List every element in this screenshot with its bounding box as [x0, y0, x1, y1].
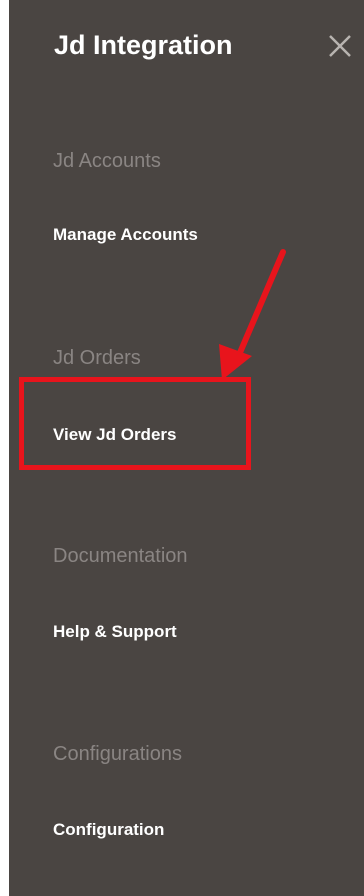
red-arrow-icon [219, 249, 286, 380]
